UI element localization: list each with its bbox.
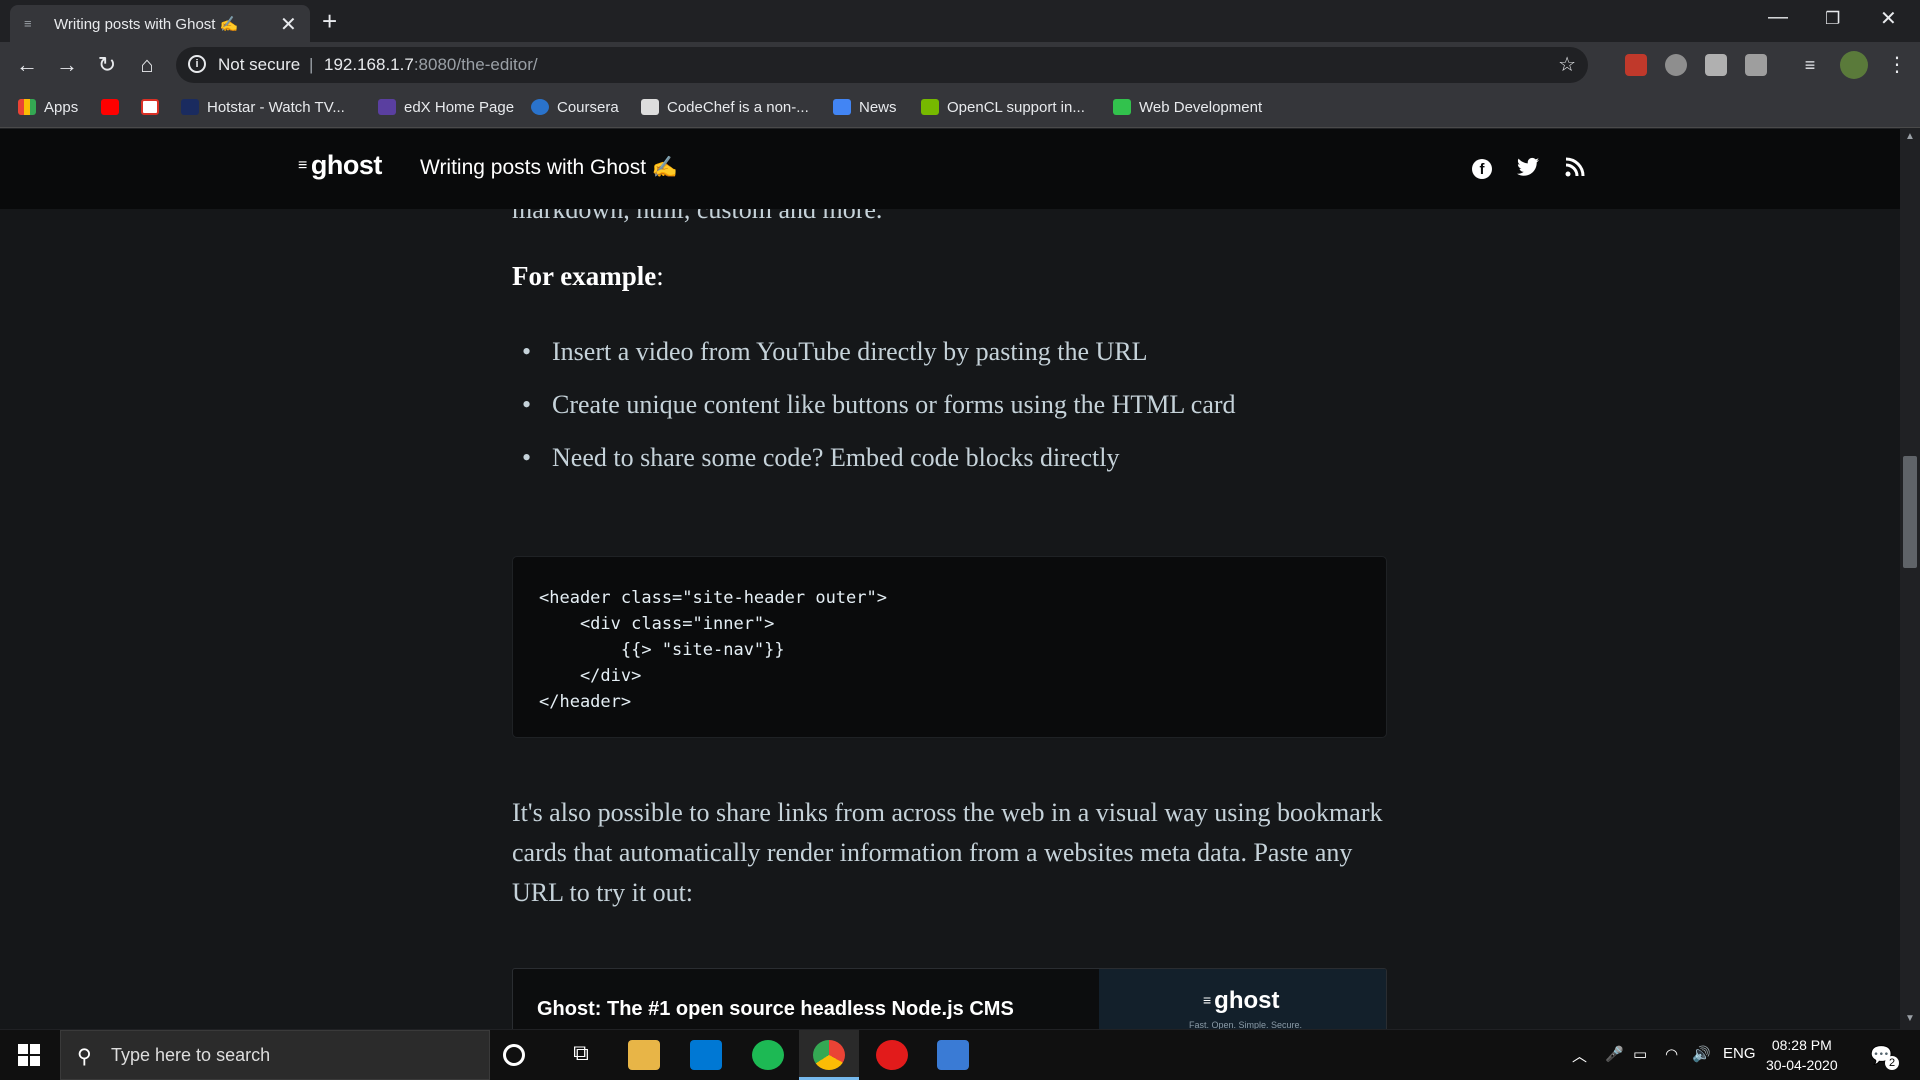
browser-toolbar: ← → ↻ ⌂ i Not secure | 192.168.1.7:8080/… (0, 42, 1920, 88)
list-item: Insert a video from YouTube directly by … (512, 337, 1236, 390)
twitter-icon[interactable] (1517, 157, 1539, 183)
spotify-icon[interactable] (752, 1040, 784, 1070)
bookmark-card-thumbnail: ≡ ghost Fast. Open. Simple. Secure. (1099, 969, 1386, 1029)
bookmark-web-development[interactable]: Web Development (1113, 97, 1262, 119)
site-header: ≡ ghost Writing posts with Ghost ✍️ f (0, 129, 1900, 209)
code-block: <header class="site-header outer"> <div … (512, 556, 1387, 738)
profile-avatar[interactable] (1840, 51, 1868, 79)
bookmark-opencl[interactable]: OpenCL support in... (921, 97, 1085, 119)
extension-puzzle-icon[interactable] (1745, 54, 1767, 76)
bookmark-card-title: Ghost: The #1 open source headless Node.… (537, 998, 1014, 1020)
youtube-icon (101, 99, 119, 115)
code-text: <header class="site-header outer"> <div … (539, 588, 887, 712)
restore-icon[interactable]: ❐ (1825, 9, 1840, 29)
security-label[interactable]: Not secure (218, 55, 300, 75)
back-arrow-icon[interactable]: ← (12, 50, 42, 80)
thumbnail-tagline: Fast. Open. Simple. Secure. (1189, 1020, 1303, 1029)
virtualbox-icon[interactable] (937, 1040, 969, 1070)
ghost-logo[interactable]: ≡ ghost (298, 150, 382, 181)
edx-icon (378, 99, 396, 115)
chrome-icon[interactable] (813, 1040, 845, 1070)
bookmark-news[interactable]: News (833, 97, 897, 119)
bookmark-hotstar[interactable]: Hotstar - Watch TV... (181, 97, 345, 119)
page-scrollbar[interactable]: ▲ ▼ (1900, 129, 1920, 1029)
tab-title: Writing posts with Ghost ✍️ (54, 16, 239, 33)
info-icon[interactable]: i (188, 55, 206, 73)
forward-arrow-icon[interactable]: → (52, 50, 82, 80)
language-indicator[interactable]: ENG (1723, 1045, 1756, 1062)
bookmark-codechef[interactable]: CodeChef is a non-... (641, 97, 809, 119)
rss-icon[interactable] (1565, 157, 1585, 183)
volume-icon[interactable]: 🔊 (1692, 1045, 1711, 1063)
file-explorer-icon[interactable] (628, 1040, 660, 1070)
google-news-icon (833, 99, 851, 115)
scrollbar-thumb[interactable] (1903, 456, 1917, 568)
web-page: ≡ ghost Writing posts with Ghost ✍️ f mar… (0, 129, 1900, 1029)
microsoft-store-icon[interactable] (690, 1040, 722, 1070)
thumbnail-ghost-logo: ≡ ghost (1203, 987, 1280, 1014)
facebook-icon[interactable]: f (1472, 157, 1492, 180)
ghost-favicon-icon: ≡ (24, 16, 32, 31)
bookmark-edx[interactable]: edX Home Page (378, 97, 514, 119)
site-nav-title: Writing posts with Ghost ✍️ (420, 156, 679, 179)
ghost-logo-mark-icon: ≡ (298, 157, 307, 174)
search-placeholder: Type here to search (111, 1045, 271, 1065)
window-close-icon[interactable]: ✕ (1880, 6, 1897, 31)
url-text[interactable]: 192.168.1.7:8080/the-editor/ (324, 55, 538, 75)
microphone-icon[interactable]: 🎤 (1605, 1045, 1624, 1063)
system-clock[interactable]: 08:28 PM 30-04-2020 (1766, 1035, 1838, 1075)
notification-count-badge: 2 (1885, 1056, 1899, 1070)
browser-tab[interactable]: ≡ Writing posts with Ghost ✍️ ✕ (10, 5, 310, 42)
gmail-icon (141, 99, 159, 115)
windows-taskbar: ⚲ Type here to search ⧉ ︿ 🎤 ▭ ◠ 🔊 ENG 08… (0, 1030, 1920, 1080)
scroll-up-icon[interactable]: ▲ (1905, 131, 1915, 142)
windows-start-icon[interactable] (18, 1044, 40, 1066)
scroll-down-icon[interactable]: ▼ (1905, 1013, 1915, 1024)
bookmark-star-icon[interactable]: ☆ (1558, 52, 1576, 77)
hotstar-icon (181, 99, 199, 115)
apps-grid-icon (18, 99, 36, 115)
close-tab-icon[interactable]: ✕ (280, 12, 297, 37)
url-host: 192.168.1.7 (324, 55, 414, 74)
nvidia-icon (921, 99, 939, 115)
wifi-icon[interactable]: ◠ (1665, 1045, 1678, 1063)
clock-date: 30-04-2020 (1766, 1057, 1838, 1073)
bookmarks-bar: Apps Hotstar - Watch TV... edX Home Page… (0, 88, 1920, 128)
list-item: Need to share some code? Embed code bloc… (512, 443, 1236, 496)
bookmark-youtube[interactable] (101, 97, 127, 119)
example-heading: For example: (512, 261, 664, 291)
folder-icon (1113, 99, 1131, 115)
codechef-icon (641, 99, 659, 115)
bookmark-coursera[interactable]: Coursera (531, 97, 619, 119)
extension-cube-icon[interactable] (1705, 54, 1727, 76)
bookmark-apps[interactable]: Apps (18, 97, 78, 119)
bookmark-gmail[interactable] (141, 97, 167, 119)
coursera-icon (531, 99, 549, 115)
bookmark-card[interactable]: Ghost: The #1 open source headless Node.… (512, 968, 1387, 1029)
address-separator: | (309, 55, 314, 74)
url-path: :8080/the-editor/ (413, 55, 538, 74)
search-icon: ⚲ (77, 1046, 92, 1068)
address-bar[interactable]: i Not secure | 192.168.1.7:8080/the-edit… (176, 47, 1588, 83)
tab-strip: ≡ Writing posts with Ghost ✍️ ✕ + — ❐ ✕ (0, 0, 1920, 42)
cortana-icon[interactable] (503, 1044, 525, 1066)
show-hidden-icons-chevron-icon[interactable]: ︿ (1572, 1045, 1587, 1066)
home-icon[interactable]: ⌂ (132, 50, 162, 80)
example-list: Insert a video from YouTube directly by … (512, 337, 1236, 496)
article-paragraph: It's also possible to share links from a… (512, 798, 1383, 907)
task-view-icon[interactable]: ⧉ (565, 1040, 597, 1070)
more-menu-icon[interactable]: ⋮ (1882, 50, 1912, 80)
minimize-icon[interactable]: — (1768, 6, 1788, 29)
youtube-music-icon[interactable] (876, 1040, 908, 1070)
battery-icon[interactable]: ▭ (1633, 1045, 1647, 1063)
clock-time: 08:28 PM (1771, 1037, 1832, 1053)
list-item: Create unique content like buttons or fo… (512, 390, 1236, 443)
reload-icon[interactable]: ↻ (92, 50, 122, 80)
media-queue-icon[interactable]: ≡ (1795, 50, 1825, 80)
extension-bulb-icon[interactable] (1665, 54, 1687, 76)
new-tab-button[interactable]: + (322, 6, 337, 37)
extension-icon[interactable] (1625, 54, 1647, 76)
taskbar-search-box[interactable]: ⚲ Type here to search (60, 1030, 490, 1080)
